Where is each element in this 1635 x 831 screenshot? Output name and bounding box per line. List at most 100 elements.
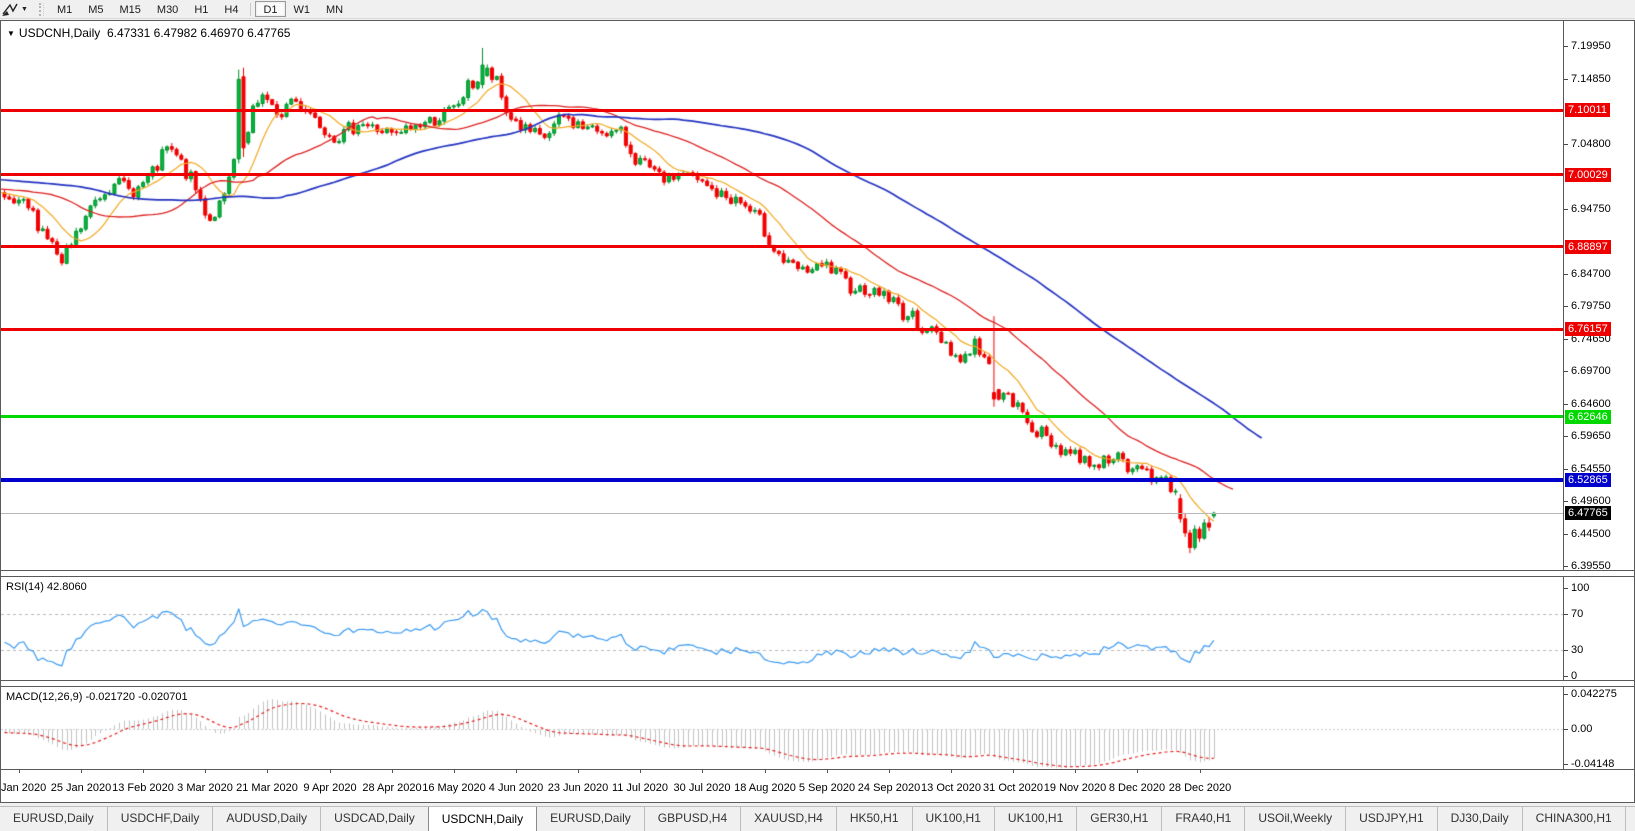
time-tick-mark [330,770,331,773]
price-tick-mark [1564,306,1568,307]
chart-ohlc-quote: 6.47331 6.47982 6.46970 6.47765 [106,26,291,40]
time-tick-mark [19,770,20,773]
time-tick-label: 23 Jun 2020 [547,782,609,794]
price-tag-resistance-7.10011: 7.10011 [1565,103,1610,117]
time-axis-border [1,769,1634,770]
macd-tick-label: 0.042275 [1571,688,1617,700]
chevron-down-icon[interactable]: ▼ [19,6,34,13]
hline-support-6.52865[interactable] [1,478,1563,482]
macd-tick-label: 0.00 [1571,723,1593,735]
timeframe-button-m15[interactable]: M15 [112,1,149,17]
time-tick-label: 31 Oct 2020 [983,782,1043,794]
price-tick-mark [1564,469,1568,470]
chart-tab-gbpusd-h4[interactable]: GBPUSD,H4 [643,807,740,831]
toolbar-grip[interactable] [38,2,44,16]
macd-tick-mark [1564,694,1568,695]
price-tag-support-6.52865: 6.52865 [1565,473,1611,487]
price-tick-mark [1564,209,1568,210]
price-tag-resistance-6.88897: 6.88897 [1565,240,1611,254]
price-tick-label: 7.19950 [1571,40,1611,52]
chart-window: ▼ USDCNH,Daily 6.47331 6.47982 6.46970 6.… [0,20,1635,803]
chart-tab-eurusd-daily[interactable]: EURUSD,Daily [537,807,644,831]
chart-tab-china300-h1[interactable]: CHINA300,H1 [1521,807,1625,831]
time-tick-label: 24 Sep 2020 [857,782,921,794]
time-tick-label: 11 Jul 2020 [611,782,669,794]
price-tick-label: 6.44500 [1571,528,1611,540]
chart-tab-usoil-[interactable]: USOil, [1624,807,1635,831]
time-tick-label: 18 Aug 2020 [734,782,796,794]
price-tick-mark [1564,79,1568,80]
chart-tab-uk100-h1[interactable]: UK100,H1 [911,807,994,831]
rsi-indicator-label: RSI(14) 42.8060 [6,581,87,593]
timeframe-button-m5[interactable]: M5 [80,1,111,17]
time-tick-mark [392,770,393,773]
time-tick-mark [1013,770,1014,773]
chart-tab-audusd-daily[interactable]: AUDUSD,Daily [212,807,320,831]
cursor-tool-icon[interactable] [1,2,19,17]
chart-tab-ger30-h1[interactable]: GER30,H1 [1076,807,1161,831]
timeframe-button-h4[interactable]: H4 [216,1,246,17]
time-tick-mark [827,770,828,773]
timeframe-button-h1[interactable]: H1 [186,1,216,17]
time-tick-label: 16 May 2020 [422,782,486,794]
time-tick-mark [267,770,268,773]
time-tick-label: 9 Apr 2020 [303,782,357,794]
rsi-tick-label: 100 [1571,582,1590,594]
chart-tab-usdjpy-h1[interactable]: USDJPY,H1 [1345,807,1436,831]
panel-separator-macd[interactable] [1,680,1634,687]
chart-tab-hk50-h1[interactable]: HK50,H1 [835,807,912,831]
time-tick-mark [1200,770,1201,773]
chart-tab-usdcad-daily[interactable]: USDCAD,Daily [320,807,428,831]
rsi-tick-label: 30 [1571,644,1584,656]
chart-title: ▼ USDCNH,Daily 6.47331 6.47982 6.46970 6.… [7,26,290,40]
time-tick-mark [578,770,579,773]
price-tick-mark [1564,339,1568,340]
timeframe-button-mn[interactable]: MN [318,1,351,17]
hline-resistance-6.88897[interactable] [1,245,1563,248]
chart-tab-xauusd-h4[interactable]: XAUUSD,H4 [740,807,836,831]
time-tick-label: 28 Dec 2020 [1168,782,1232,794]
price-tick-label: 6.94750 [1571,203,1611,215]
time-tick-mark [1137,770,1138,773]
chart-tab-usdchf-daily[interactable]: USDCHF,Daily [106,807,213,831]
chart-tab-eurusd-daily[interactable]: EURUSD,Daily [0,807,107,831]
timeframe-buttons: M1 M5 M15 M30 H1 H4 D1 W1 MN [49,1,351,17]
title-collapse-icon[interactable]: ▼ [7,29,15,38]
hline-support-6.62646[interactable] [1,415,1563,418]
mt4-chart-screen: { "toolbar": { "timeframes": ["M1","M5",… [0,0,1635,831]
timeframe-button-m30[interactable]: M30 [149,1,186,17]
price-tag-support-6.62646: 6.62646 [1565,410,1611,424]
panel-separator-rsi[interactable] [1,570,1634,577]
chart-tab-usdcnh-daily[interactable]: USDCNH,Daily [427,807,538,831]
time-tick-label: 21 Mar 2020 [236,782,298,794]
chart-symbol-period: USDCNH,Daily [18,26,101,40]
hline-resistance-6.76157[interactable] [1,328,1563,331]
time-tick-label: 13 Feb 2020 [112,782,174,794]
rsi-tick-label: 70 [1571,608,1584,620]
price-tick-mark [1564,501,1568,502]
rsi-tick-mark [1564,588,1568,589]
rsi-tick-mark [1564,614,1568,615]
time-tick-label: 3 Mar 2020 [177,782,233,794]
price-tick-mark [1564,436,1568,437]
hline-resistance-7.00029[interactable] [1,173,1563,176]
chart-tab-dj30-daily[interactable]: DJ30,Daily [1436,807,1522,831]
timeframe-button-w1[interactable]: W1 [286,1,319,17]
price-tick-label: 7.04800 [1571,138,1611,150]
timeframe-button-d1[interactable]: D1 [255,1,286,17]
price-tick-label: 6.64600 [1571,398,1611,410]
hline-resistance-7.10011[interactable] [1,109,1563,112]
price-tick-mark [1564,566,1568,567]
chart-tab-uk100-h1[interactable]: UK100,H1 [993,807,1076,831]
price-tick-mark [1564,404,1568,405]
timeframe-button-m1[interactable]: M1 [49,1,80,17]
time-tick-label: 7 Jan 2020 [0,782,47,794]
time-tick-label: 4 Jun 2020 [488,782,544,794]
time-tick-mark [516,770,517,773]
time-tick-mark [765,770,766,773]
price-tag-resistance-7.00029: 7.00029 [1565,168,1611,182]
chart-tab-usoil-weekly[interactable]: USOil,Weekly [1244,807,1345,831]
current-price-line [1,513,1563,514]
chart-tab-fra40-h1[interactable]: FRA40,H1 [1161,807,1244,831]
chart-tab-bar: EURUSD,Daily USDCHF,Daily AUDUSD,Daily USDC… [0,806,1635,831]
